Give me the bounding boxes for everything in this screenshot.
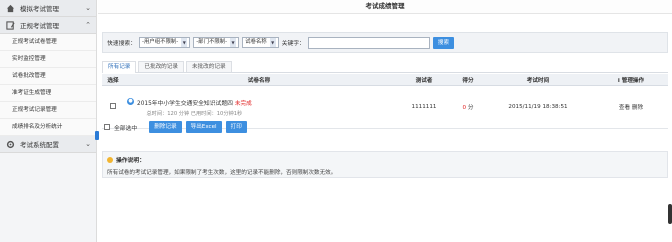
ops-cell: 查看 删除 — [594, 103, 668, 111]
header-tester: 测试者 — [415, 77, 433, 84]
sidebar-item-live-monitor[interactable]: 实时监控管理 — [0, 51, 96, 68]
chevron-down-icon: ⌄ — [85, 4, 91, 12]
notice-title: 操作说明： — [116, 158, 145, 164]
document-edit-icon — [6, 20, 15, 30]
search-bar: 快速搜索： -用户组不限制- ▼ -部门不限制- ▼ 试卷名称 ▼ 关键字： 搜… — [102, 32, 668, 53]
row-select-cell — [102, 103, 124, 111]
sidebar-section-mock-exam[interactable]: 模拟考试管理 ⌄ — [0, 0, 96, 17]
header-time: 考试时间 — [526, 77, 550, 84]
sidebar-item-formal-paper[interactable]: 正规考试试卷管理 — [0, 34, 96, 51]
score-value: 0 — [462, 105, 467, 111]
time-cell: 2015/11/19 18:38:51 — [508, 104, 568, 110]
department-select[interactable]: -部门不限制- ▼ — [193, 37, 240, 48]
user-group-select[interactable]: -用户组不限制- ▼ — [139, 37, 191, 48]
home-icon — [6, 4, 15, 13]
select-value: -部门不限制- — [196, 39, 228, 45]
print-button[interactable]: 打印 — [225, 121, 247, 133]
score-unit: 分 — [467, 105, 474, 111]
keyword-label: 关键字： — [281, 41, 305, 47]
scrollbar[interactable] — [668, 204, 672, 224]
sidebar-section-label: 考试系统配置 — [20, 141, 59, 149]
header-score: 得分 — [462, 77, 474, 84]
sidebar-item-exam-records[interactable]: 正规考试记录管理 — [0, 102, 96, 119]
row-checkbox[interactable] — [110, 103, 116, 109]
search-label: 快速搜索： — [107, 41, 136, 47]
chevron-down-icon: ▼ — [269, 38, 276, 47]
view-link[interactable]: 查看 — [619, 105, 630, 111]
score-cell: 0 分 — [454, 103, 482, 111]
search-button[interactable]: 搜索 — [432, 36, 455, 49]
sidebar-item-admission-ticket[interactable]: 准考证生成管理 — [0, 85, 96, 102]
lightbulb-icon — [107, 156, 113, 163]
help-notice: 操作说明： 所有试卷的考试记录管理，如果限制了考生次数，这里的记录不能删除，否则… — [102, 151, 668, 178]
notice-text: 所有试卷的考试记录管理，如果限制了考生次数，这里的记录不能删除，否则限制次数无效… — [107, 170, 337, 176]
select-value: 试卷名称 — [245, 39, 267, 45]
tab-ungraded-records[interactable]: 未批改的记录 — [185, 61, 232, 72]
notice-title-row: 操作说明： — [107, 155, 663, 164]
chevron-down-icon: ▼ — [181, 38, 188, 47]
record-tabs: 所有记录 已批改的记录 未批改的记录 — [102, 61, 668, 73]
chevron-down-icon: ⌄ — [85, 140, 91, 148]
select-value: -用户组不限制- — [142, 39, 179, 45]
tab-all-records[interactable]: 所有记录 — [102, 61, 137, 73]
sidebar-section-label: 模拟考试管理 — [20, 5, 59, 13]
user-icon: ● — [127, 97, 134, 105]
table-header: 选择 试卷名称 测试者 得分 考试时间 i 管理操作 — [102, 74, 668, 86]
sidebar-item-grading[interactable]: 试卷批改管理 — [0, 68, 96, 85]
tester-cell: 1111111 — [411, 104, 437, 110]
page-title: 考试成绩管理 — [98, 0, 672, 14]
header-select: 选择 — [107, 77, 119, 84]
chevron-up-icon: ⌃ — [85, 21, 91, 29]
sidebar-section-label: 正规考试管理 — [20, 22, 59, 30]
header-name: 试卷名称 — [247, 77, 271, 84]
status-badge: 未完成 — [234, 100, 252, 107]
delete-link[interactable]: 删除 — [632, 105, 643, 111]
info-icon: i — [617, 77, 620, 84]
tab-graded-records[interactable]: 已批改的记录 — [138, 61, 184, 72]
export-excel-button[interactable]: 导出Excel — [185, 121, 222, 133]
header-ops: i 管理操作 — [594, 76, 668, 84]
bulk-actions: 全部选中 删除记录 导出Excel 打印 — [104, 121, 247, 133]
gear-icon — [6, 140, 15, 149]
select-all-checkbox[interactable] — [104, 124, 110, 130]
sidebar-section-formal-exam[interactable]: 正规考试管理 ⌃ — [0, 17, 96, 34]
keyword-input[interactable] — [307, 36, 430, 49]
sidebar-item-ranking-stats[interactable]: 成绩排名及分析统计 — [0, 119, 96, 136]
paper-meta: 总时间：120 分钟 已用时间：10分钟1秒 — [146, 110, 243, 117]
delete-records-button[interactable]: 删除记录 — [149, 121, 182, 133]
search-field-select[interactable]: 试卷名称 ▼ — [242, 37, 279, 48]
main-content: 考试成绩管理 快速搜索： -用户组不限制- ▼ -部门不限制- ▼ 试卷名称 ▼… — [98, 0, 672, 242]
chevron-down-icon: ▼ — [230, 38, 237, 47]
paper-title: 2015年中小学生交通安全知识试题四 — [137, 100, 233, 107]
select-all-label: 全部选中 — [114, 125, 138, 132]
sidebar-section-system-config[interactable]: 考试系统配置 ⌄ — [0, 136, 96, 153]
sidebar: 模拟考试管理 ⌄ 正规考试管理 ⌃ 正规考试试卷管理 实时监控管理 试卷批改管理… — [0, 0, 97, 242]
paper-name-cell: ● 2015年中小学生交通安全知识试题四 未完成 总时间：120 分钟 已用时间：… — [124, 97, 394, 117]
header-ops-label: 管理操作 — [621, 77, 645, 84]
